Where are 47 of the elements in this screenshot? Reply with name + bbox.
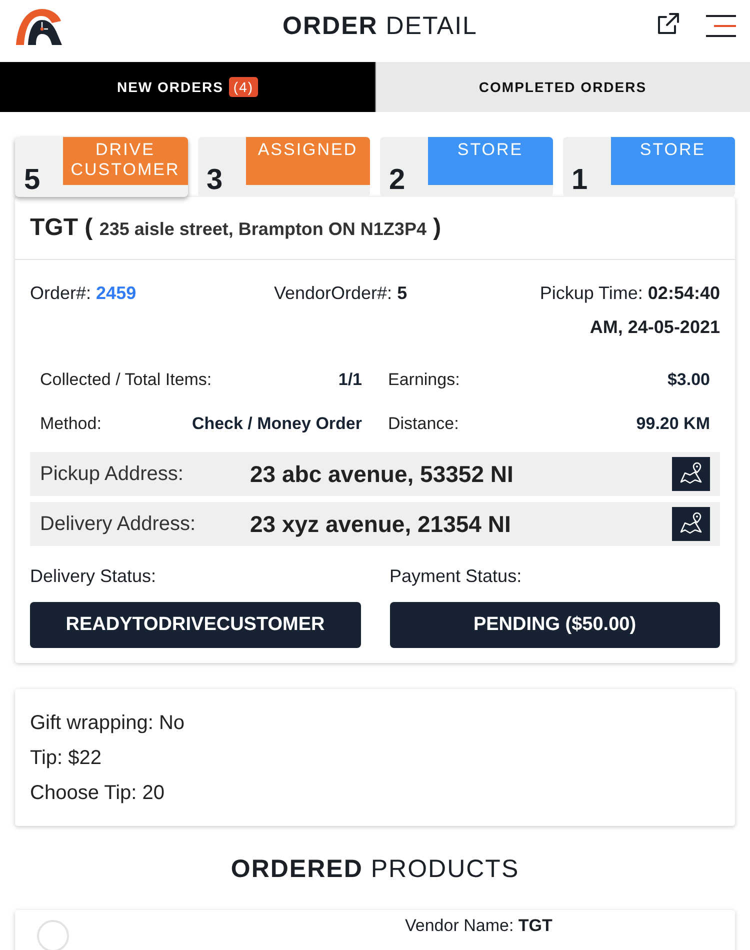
order-meta-text: Order#: 2459: [30, 282, 136, 305]
step-status-label: DRIVE CUSTOMER: [63, 137, 188, 185]
store-heading: TGT ( 235 aisle street, Brampton ON N1Z3P4 ): [30, 214, 442, 242]
detail-label: Collected / Total Items:: [40, 370, 212, 390]
detail-label: Method:: [40, 414, 102, 434]
logo-icon: [14, 7, 64, 45]
status-button[interactable]: READYTODRIVECUSTOMER: [30, 602, 360, 648]
detail-label: Distance:: [388, 414, 459, 434]
map-pin-icon[interactable]: [672, 457, 710, 491]
step-card[interactable]: 3 ASSIGNED: [198, 137, 370, 197]
page-title: ORDER DETAIL: [282, 12, 478, 40]
step-status-label: STORE: [428, 137, 552, 185]
detail-value: $3.00: [667, 370, 710, 390]
step-number: 1: [570, 163, 589, 197]
count-badge: (4): [229, 77, 258, 97]
order-meta-text: VendorOrder#: 5: [274, 282, 408, 305]
status-button[interactable]: PENDING ($50.00): [390, 602, 720, 648]
step-card[interactable]: 5 DRIVE CUSTOMER: [15, 137, 188, 197]
orders-tab[interactable]: NEW ORDERS (4): [0, 62, 376, 112]
step-status-label: ASSIGNED: [246, 137, 370, 185]
status-label: Payment Status:: [390, 565, 523, 588]
extra-info-text: Choose Tip: 20: [30, 781, 166, 806]
menu-icon[interactable]: [706, 13, 736, 39]
detail-label: Earnings:: [388, 370, 460, 390]
map-pin-icon[interactable]: [672, 507, 710, 541]
status-label: Delivery Status:: [30, 565, 158, 588]
step-card[interactable]: 1 STORE: [562, 137, 735, 197]
step-card[interactable]: 2 STORE: [380, 137, 552, 197]
detail-value: 1/1: [338, 370, 362, 390]
step-status-label: STORE: [610, 137, 735, 185]
address-value: 23 xyz avenue, 21354 NI: [250, 510, 512, 538]
step-number: 3: [206, 163, 224, 197]
address-label: Delivery Address:: [40, 512, 197, 536]
step-number: 5: [23, 163, 42, 197]
order-meta-text: Pickup Time: 02:54:40 AM, 24-05-2021: [538, 282, 720, 339]
detail-value: 99.20 KM: [636, 414, 710, 434]
vendor-name-text: Vendor Name: TGT: [405, 916, 552, 936]
orders-tab[interactable]: COMPLETED ORDERS: [376, 62, 750, 112]
detail-value: Check / Money Order: [192, 414, 362, 434]
extra-info-text: Tip: $22: [30, 746, 103, 771]
extra-info-text: Gift wrapping: No: [30, 711, 186, 736]
image-placeholder-icon: [37, 920, 69, 950]
external-link-icon[interactable]: [656, 12, 680, 36]
step-number: 2: [388, 163, 406, 197]
address-label: Pickup Address:: [40, 462, 184, 486]
section-title: ORDERED PRODUCTS: [230, 854, 520, 884]
address-value: 23 abc avenue, 53352 NI: [250, 460, 514, 488]
